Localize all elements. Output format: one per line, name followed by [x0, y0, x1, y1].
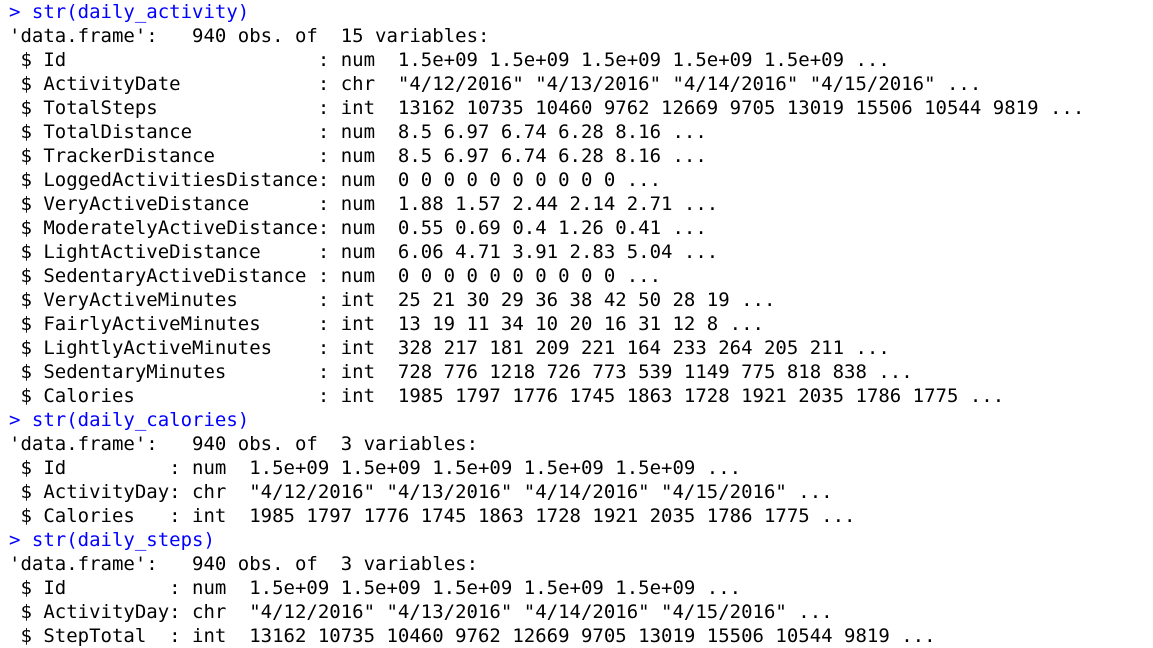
output-line: $ VeryActiveMinutes : int 25 21 30 29 36… — [9, 289, 776, 311]
output-line: $ Id : num 1.5e+09 1.5e+09 1.5e+09 1.5e+… — [9, 577, 742, 599]
output-line: $ ActivityDay: chr "4/12/2016" "4/13/201… — [9, 601, 833, 623]
command-line: > str(daily_activity) — [9, 1, 250, 23]
output-line: $ ActivityDate : chr "4/12/2016" "4/13/2… — [9, 73, 982, 95]
output-line: $ VeryActiveDistance : num 1.88 1.57 2.4… — [9, 193, 719, 215]
output-line: $ SedentaryActiveDistance : num 0 0 0 0 … — [9, 265, 662, 287]
output-line: $ Id : num 1.5e+09 1.5e+09 1.5e+09 1.5e+… — [9, 457, 742, 479]
output-line: $ FairlyActiveMinutes : int 13 19 11 34 … — [9, 313, 764, 335]
output-line: $ ActivityDay: chr "4/12/2016" "4/13/201… — [9, 481, 833, 503]
output-line: $ Calories : int 1985 1797 1776 1745 186… — [9, 385, 1005, 407]
command-line: > str(daily_calories) — [9, 409, 250, 431]
output-line: $ TotalDistance : num 8.5 6.97 6.74 6.28… — [9, 121, 707, 143]
output-line: 'data.frame': 940 obs. of 3 variables: — [9, 553, 479, 575]
output-line: $ Id : num 1.5e+09 1.5e+09 1.5e+09 1.5e+… — [9, 49, 890, 71]
output-line: 'data.frame': 940 obs. of 3 variables: — [9, 433, 479, 455]
output-line: 'data.frame': 940 obs. of 15 variables: — [9, 25, 490, 47]
output-line: $ ModeratelyActiveDistance: num 0.55 0.6… — [9, 217, 707, 239]
output-line: $ TotalSteps : int 13162 10735 10460 976… — [9, 97, 1085, 119]
output-line: $ StepTotal : int 13162 10735 10460 9762… — [9, 625, 936, 647]
output-line: $ LightlyActiveMinutes : int 328 217 181… — [9, 337, 890, 359]
output-line: $ LoggedActivitiesDistance: num 0 0 0 0 … — [9, 169, 662, 191]
command-line: > str(daily_steps) — [9, 529, 215, 551]
output-line: $ SedentaryMinutes : int 728 776 1218 72… — [9, 361, 913, 383]
output-line: $ TrackerDistance : num 8.5 6.97 6.74 6.… — [9, 145, 707, 167]
r-console[interactable]: > str(daily_activity) 'data.frame': 940 … — [0, 0, 1153, 647]
output-line: $ Calories : int 1985 1797 1776 1745 186… — [9, 505, 856, 527]
output-line: $ LightActiveDistance : num 6.06 4.71 3.… — [9, 241, 719, 263]
